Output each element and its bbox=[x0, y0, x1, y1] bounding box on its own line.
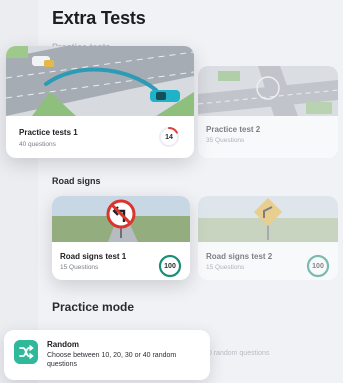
intersection-illustration bbox=[198, 66, 338, 116]
card-subtitle: 35 Questions bbox=[206, 137, 245, 144]
shuffle-icon bbox=[19, 345, 34, 359]
no-left-turn-sign-icon bbox=[106, 199, 136, 229]
progress-value: 100 bbox=[312, 262, 324, 270]
section-heading-practice-mode: Practice mode bbox=[52, 300, 135, 314]
practice-test-1-card[interactable]: Practice tests 1 40 questions 14 bbox=[6, 46, 194, 158]
progress-value: 14 bbox=[165, 133, 173, 141]
card-subtitle: 40 questions bbox=[19, 141, 56, 148]
card-title: Practice test 2 bbox=[206, 125, 261, 134]
card-subtitle: 15 Questions bbox=[206, 264, 245, 271]
practice-test-2-card[interactable]: Practice test 2 35 Questions bbox=[198, 66, 338, 158]
page-title: Extra Tests bbox=[52, 8, 146, 28]
progress-badge: 100 bbox=[306, 254, 330, 278]
roundabout-illustration bbox=[6, 46, 194, 116]
progress-badge: 100 bbox=[158, 254, 182, 278]
section-label-road-signs: Road signs bbox=[52, 176, 101, 186]
progress-value: 100 bbox=[164, 262, 176, 270]
road-signs-test-1-card[interactable]: Road signs test 1 15 Questions 100 bbox=[52, 196, 190, 280]
road-signs-test-2-card[interactable]: Road signs test 2 15 Questions 100 bbox=[198, 196, 338, 280]
progress-badge: 14 bbox=[158, 126, 180, 148]
card-subtitle: 15 Questions bbox=[60, 264, 99, 271]
card-title: Road signs test 2 bbox=[206, 252, 273, 261]
road-sign-photo bbox=[52, 196, 190, 242]
ghost-random-description: 40 random questions bbox=[204, 350, 270, 357]
shuffle-icon-tile bbox=[14, 340, 38, 364]
road-sign-photo bbox=[198, 196, 338, 242]
random-title: Random bbox=[47, 340, 79, 349]
random-mode-card[interactable]: Random Choose between 10, 20, 30 or 40 r… bbox=[4, 330, 210, 380]
card-title: Practice tests 1 bbox=[19, 128, 78, 137]
random-description: Choose between 10, 20, 30 or 40 random q… bbox=[47, 352, 177, 368]
card-title: Road signs test 1 bbox=[60, 252, 127, 261]
